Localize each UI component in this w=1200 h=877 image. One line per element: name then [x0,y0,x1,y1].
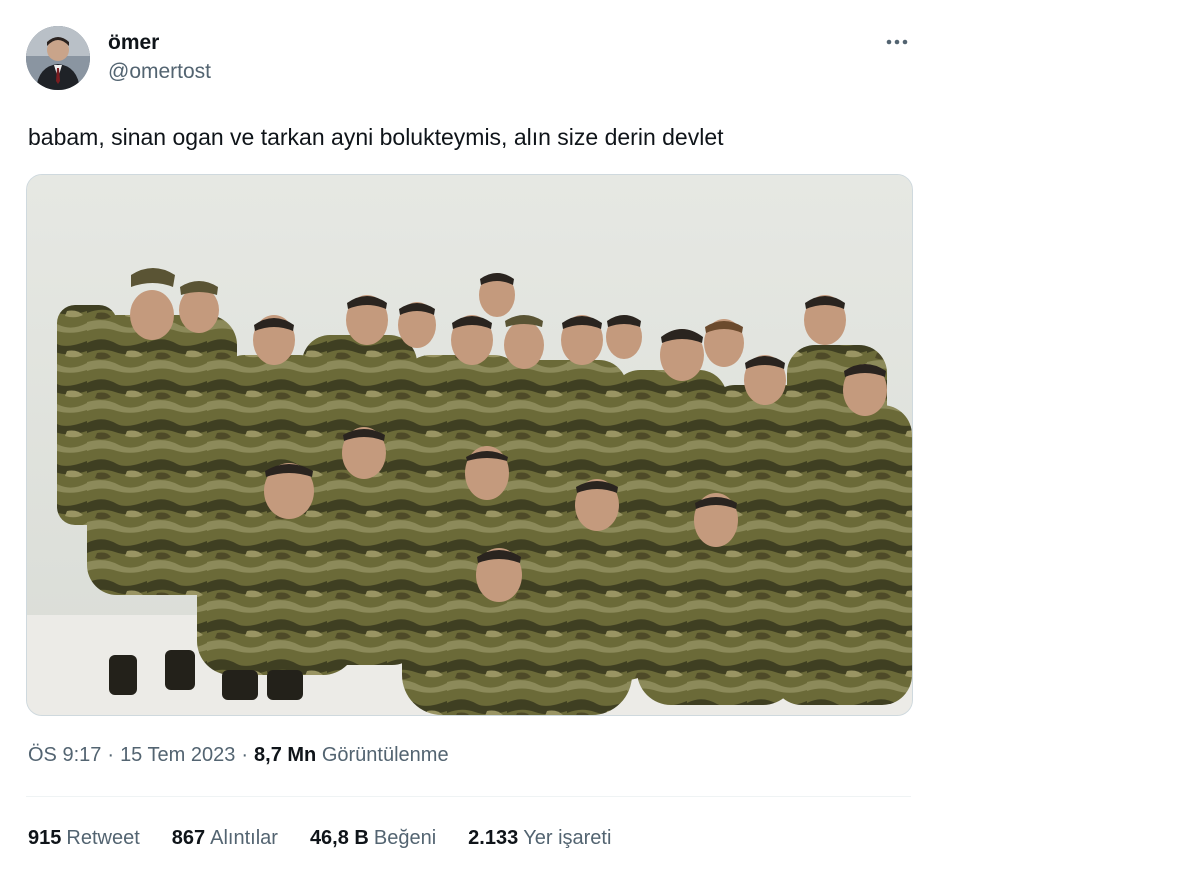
meta-separator: · [107,744,115,766]
stat-label: Beğeni [373,827,437,849]
stat-retweets[interactable]: 915 Retweet [28,824,140,852]
tweet-date[interactable]: 15 Tem 2023 [120,744,235,766]
stat-likes[interactable]: 46,8 B Beğeni [310,824,436,852]
stat-quotes[interactable]: 867 Alıntılar [172,824,278,852]
tweet-time[interactable]: ÖS 9:17 [28,744,101,766]
meta-separator: · [241,744,249,766]
stat-count: 915 [28,827,62,849]
group-photo-soldiers [27,175,912,715]
stat-count: 46,8 B [309,827,369,849]
more-horizontal-icon [886,39,908,45]
stat-label: Retweet [66,827,140,849]
stat-bookmarks[interactable]: 2.133 Yer işareti [468,824,611,852]
tweet-photo[interactable] [26,174,913,716]
user-handle[interactable]: @omertost [108,59,211,85]
author-names: ömer @omertost [108,30,211,85]
views-label: Görüntülenme [321,744,449,766]
stat-count: 2.133 [468,827,519,849]
tweet-meta: ÖS 9:17 · 15 Tem 2023 · 8,7 Mn Görüntülenme [28,741,449,769]
stat-label: Yer işareti [523,827,612,849]
display-name[interactable]: ömer [108,30,211,56]
avatar-image [26,26,90,90]
tweet-stats: 915 Retweet 867 Alıntılar 46,8 B Beğeni 2.1… [28,824,611,852]
stat-count: 867 [171,827,206,849]
views-count: 8,7 Mn [254,744,317,766]
stat-label: Alıntılar [210,827,278,849]
avatar[interactable] [26,26,90,90]
tweet-text: babam, sinan ogan ve tarkan ayni bolukte… [28,124,724,150]
divider [26,796,911,797]
more-options-button[interactable] [878,28,916,56]
